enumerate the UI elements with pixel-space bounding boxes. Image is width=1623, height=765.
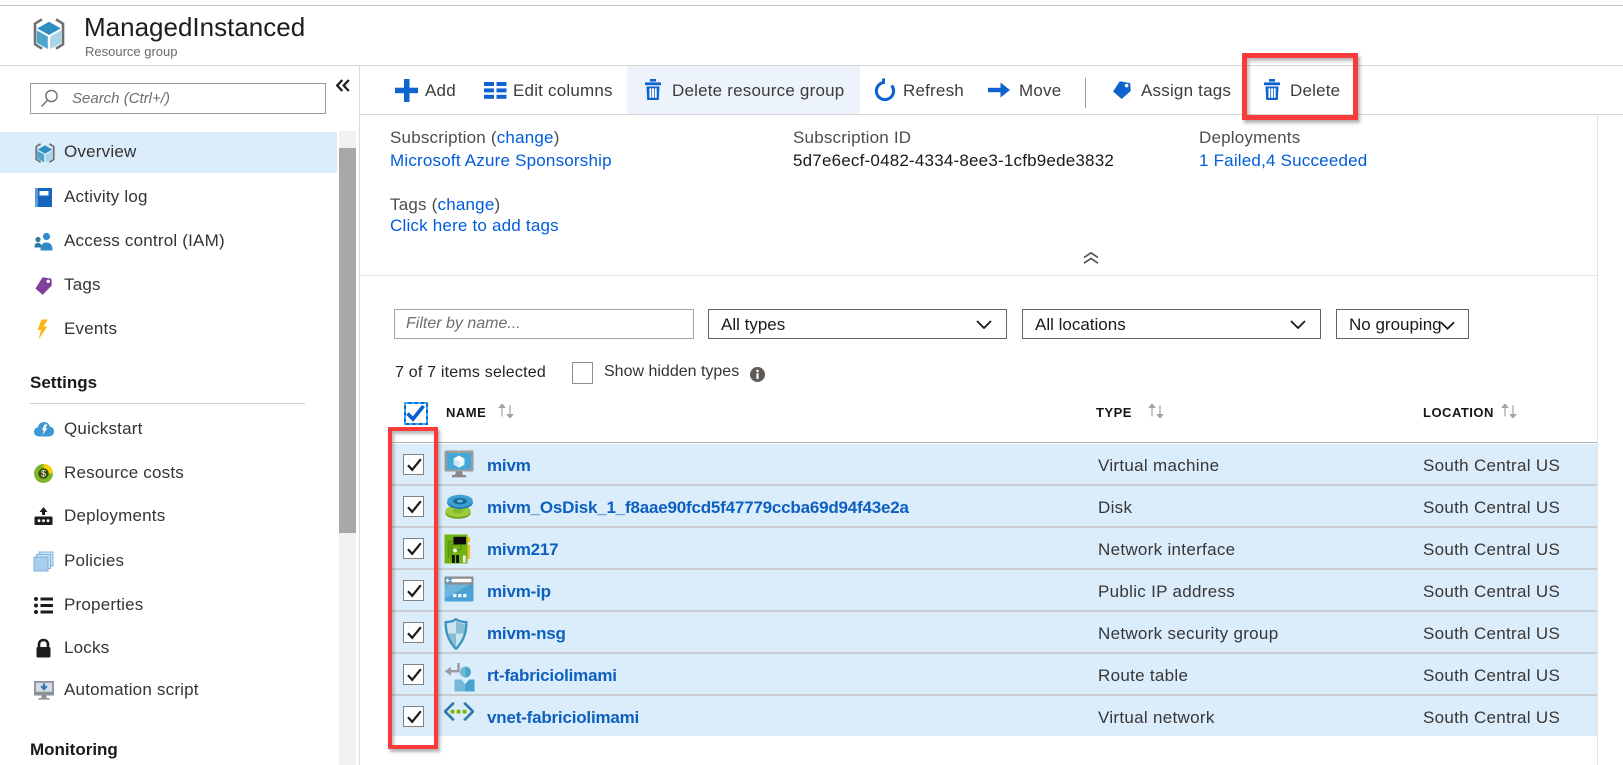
svg-text:$: $	[41, 469, 46, 479]
